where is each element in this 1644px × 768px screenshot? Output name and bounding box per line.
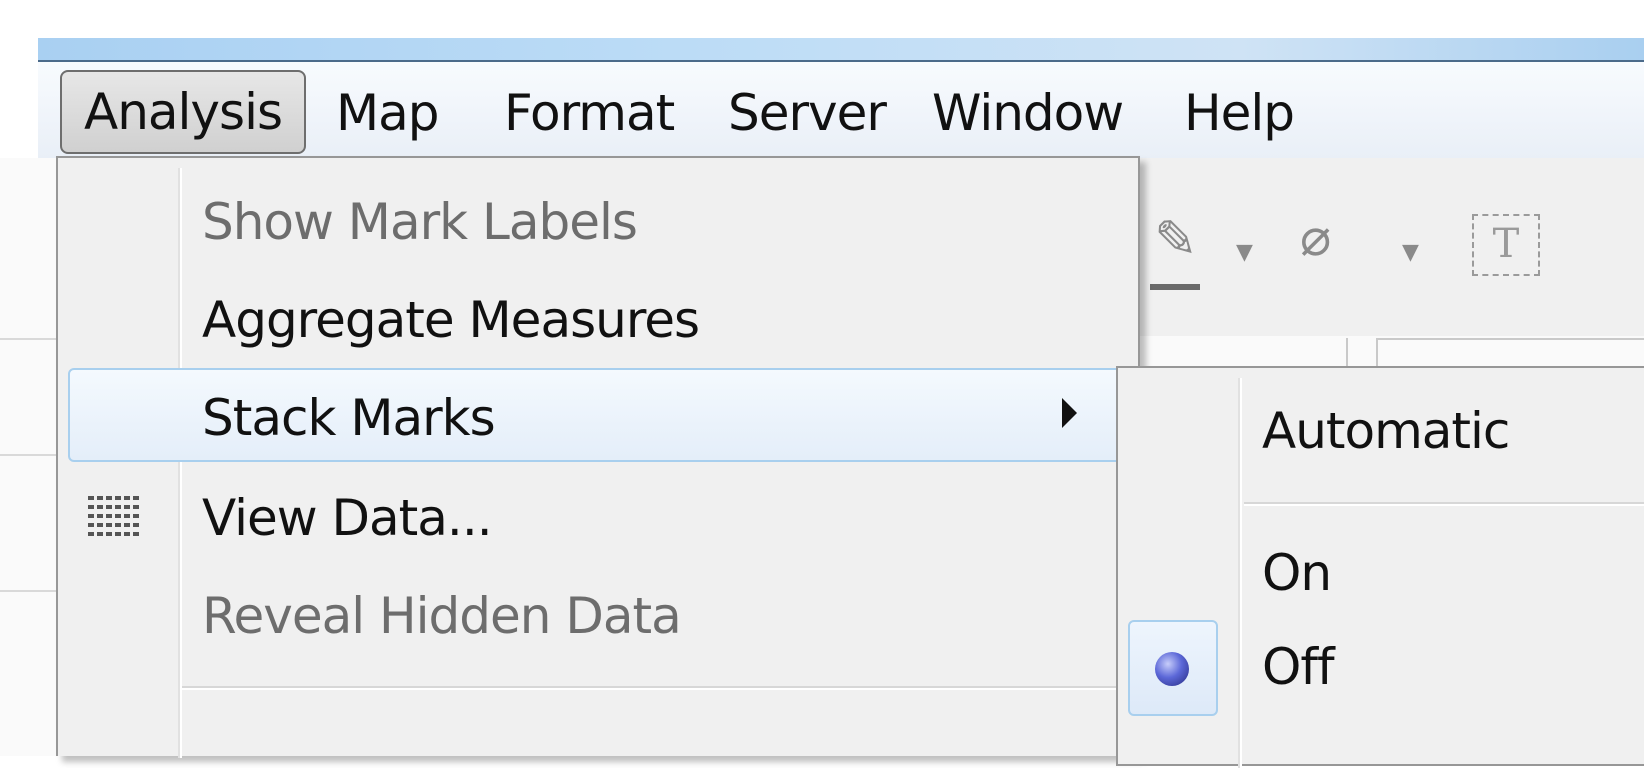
menu-analysis[interactable]: Analysis bbox=[60, 70, 307, 154]
highlight-color-swatch bbox=[1150, 284, 1200, 290]
menu-item-reveal-hidden-data[interactable]: Reveal Hidden Data bbox=[202, 570, 682, 662]
menu-window[interactable]: Window bbox=[932, 74, 1124, 152]
submenu-item-automatic[interactable]: Automatic bbox=[1262, 386, 1510, 476]
menu-item-aggregate-measures[interactable]: Aggregate Measures bbox=[202, 274, 700, 366]
text-box-icon[interactable]: T bbox=[1472, 214, 1540, 276]
analysis-menu: Show Mark Labels Aggregate Measures Stac… bbox=[56, 156, 1168, 758]
menu-bar: Analysis Map Format Server Window Help bbox=[38, 62, 1644, 158]
shelf-divider bbox=[1376, 338, 1378, 368]
submenu-item-on[interactable]: On bbox=[1262, 528, 1332, 618]
highlighter-icon[interactable]: ✎ bbox=[1154, 210, 1198, 270]
menu-item-show-mark-labels[interactable]: Show Mark Labels bbox=[202, 176, 638, 268]
radio-selected-icon bbox=[1155, 652, 1189, 686]
shelf-divider bbox=[1346, 338, 1348, 368]
menu-item-view-data[interactable]: View Data... bbox=[202, 472, 493, 564]
menu-help[interactable]: Help bbox=[1184, 74, 1295, 152]
submenu-icon-gutter bbox=[1238, 378, 1240, 768]
menu-format[interactable]: Format bbox=[504, 74, 675, 152]
paperclip-icon[interactable]: ⌀ bbox=[1300, 208, 1331, 268]
submenu-separator bbox=[1244, 502, 1644, 504]
menu-icon-gutter bbox=[178, 168, 180, 758]
paperclip-dropdown-arrow-icon[interactable]: ▼ bbox=[1402, 240, 1419, 265]
background-left-panel bbox=[0, 158, 56, 756]
menu-separator bbox=[182, 686, 1138, 688]
menu-item-stack-marks[interactable]: Stack Marks bbox=[202, 372, 496, 464]
table-grid-icon bbox=[88, 496, 140, 536]
submenu-arrow-icon bbox=[1062, 398, 1077, 428]
shelf-top-border bbox=[1378, 338, 1644, 340]
background-toolbar: ✎ ▼ ⌀ ▼ bbox=[1140, 158, 1644, 348]
stack-marks-submenu: Automatic On Off bbox=[1116, 366, 1644, 768]
menu-server[interactable]: Server bbox=[728, 74, 887, 152]
menu-map[interactable]: Map bbox=[336, 74, 440, 152]
window-title-bar bbox=[38, 38, 1644, 62]
highlighter-dropdown-arrow-icon[interactable]: ▼ bbox=[1236, 240, 1253, 265]
submenu-item-off[interactable]: Off bbox=[1262, 622, 1335, 712]
